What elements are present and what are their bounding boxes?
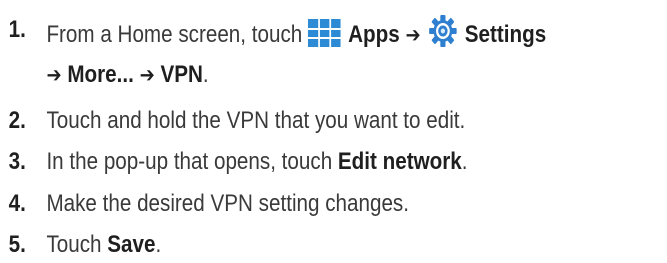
step-text: From a Home screen, touch Apps ➔ Setting… — [46, 14, 546, 57]
more-label: More... — [67, 61, 134, 88]
step-text: Make the desired VPN setting changes. — [46, 190, 409, 217]
arrow-icon: ➔ — [405, 23, 421, 47]
step-5-text: Touch — [46, 231, 102, 258]
step-number: 2. — [8, 107, 26, 134]
apps-label: Apps — [348, 21, 400, 48]
settings-gear-icon — [426, 14, 459, 57]
save-label: Save — [107, 231, 156, 258]
instruction-list: 1. From a Home screen, touch Apps ➔ Sett… — [0, 0, 667, 263]
arrow-icon: ➔ — [139, 63, 155, 87]
step-1-text: From a Home screen, touch — [46, 21, 303, 48]
period: . — [155, 231, 162, 258]
step-3-text: In the pop-up that opens, touch — [46, 148, 333, 175]
step-number: 4. — [8, 190, 26, 217]
vpn-label: VPN — [160, 61, 203, 88]
step-text: In the pop-up that opens, touch Edit net… — [46, 146, 467, 178]
period: . — [202, 61, 209, 88]
step-text: Touch Save. — [46, 229, 161, 261]
step-text: ➔ More... ➔ VPN. — [46, 59, 208, 91]
step-number: 3. — [8, 148, 26, 175]
edit-network-label: Edit network — [337, 148, 462, 175]
step-number: 5. — [8, 231, 26, 258]
period: . — [461, 148, 468, 175]
apps-grid-icon — [307, 18, 342, 57]
settings-label: Settings — [464, 21, 547, 48]
arrow-icon: ➔ — [46, 63, 62, 87]
step-text: Touch and hold the VPN that you want to … — [46, 107, 466, 134]
step-number: 1. — [8, 16, 26, 43]
